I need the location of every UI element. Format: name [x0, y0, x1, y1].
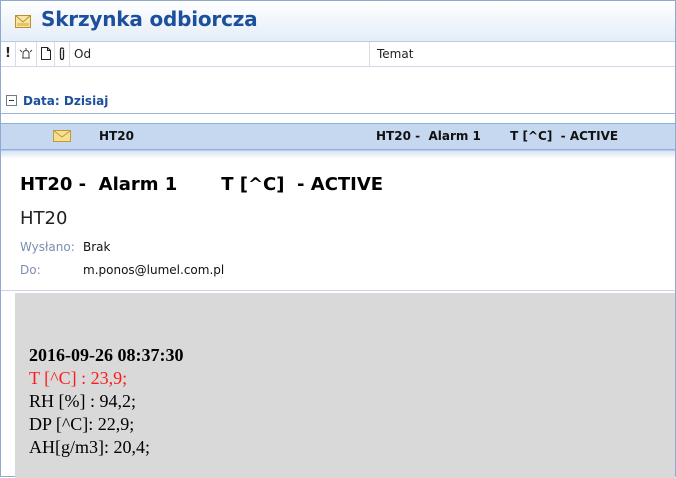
body-line-humidity: RH [%] : 94,2;	[29, 391, 136, 411]
envelope-icon	[53, 130, 71, 142]
body-line-dewpoint: DP [^C]: 22,9;	[29, 414, 135, 434]
sent-label: Wysłano:	[20, 240, 75, 254]
column-header: ! Od Temat	[1, 42, 675, 67]
body-timestamp: 2016-09-26 08:37:30	[29, 345, 184, 365]
date-group-label: Data: Dzisiaj	[23, 94, 109, 108]
from-column[interactable]: Od	[70, 42, 370, 66]
folder-title-bar: Skrzynka odbiorcza	[1, 1, 675, 42]
body-line-temperature: T [^C] : 23,9;	[29, 368, 128, 388]
folder-title: Skrzynka odbiorcza	[41, 7, 258, 31]
preview-sender: HT20	[20, 208, 68, 229]
to-value[interactable]: m.ponos@lumel.com.pl	[83, 263, 224, 277]
exclamation-icon: !	[5, 46, 11, 61]
subject-column[interactable]: Temat	[370, 42, 675, 66]
inbox-envelope-icon	[15, 15, 31, 28]
alarm-bell-icon	[19, 48, 33, 59]
to-label: Do:	[20, 263, 41, 277]
body-line-absolute-humidity: AH[g/m3]: 20,4;	[29, 437, 150, 457]
preview-divider	[1, 290, 675, 291]
message-from: HT20	[99, 129, 134, 143]
preview-header: HT20 - Alarm 1 T [^C] - ACTIVE HT20 Wysł…	[1, 158, 675, 289]
message-subject: HT20 - Alarm 1 T [^C] - ACTIVE	[376, 129, 619, 143]
paperclip-icon	[59, 47, 65, 61]
preview-subject: HT20 - Alarm 1 T [^C] - ACTIVE	[20, 174, 384, 195]
subject-column-label: Temat	[377, 47, 414, 61]
message-row[interactable]: HT20 HT20 - Alarm 1 T [^C] - ACTIVE	[1, 123, 675, 150]
date-group-header[interactable]: Data: Dzisiaj	[1, 89, 675, 114]
document-column[interactable]	[37, 42, 55, 66]
from-column-label: Od	[74, 47, 92, 61]
document-icon	[41, 47, 51, 60]
message-body: 2016-09-26 08:37:30 T [^C] : 23,9; RH [%…	[15, 293, 675, 478]
minus-box-icon[interactable]	[6, 95, 17, 106]
importance-column[interactable]: !	[1, 42, 16, 66]
attachment-column[interactable]	[55, 42, 70, 66]
reminder-column[interactable]	[16, 42, 37, 66]
mail-window: Skrzynka odbiorcza ! Od Temat Data: Dzis…	[0, 0, 676, 478]
sent-value: Brak	[83, 240, 111, 254]
